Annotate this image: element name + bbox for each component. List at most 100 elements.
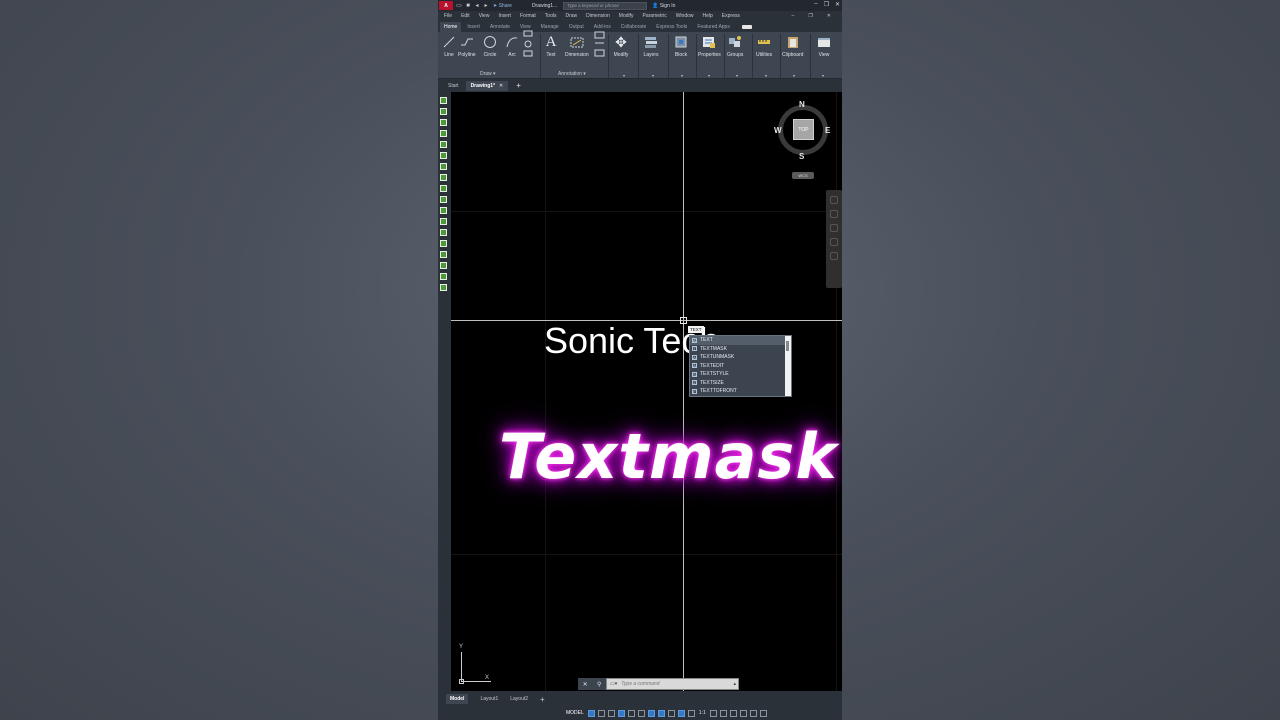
model-tab[interactable]: Model <box>446 694 469 704</box>
menu-insert[interactable]: Insert <box>498 13 511 19</box>
search-input[interactable]: Type a keyword or phrase <box>563 1 648 10</box>
customize-icon[interactable]: ⚲ <box>597 681 601 688</box>
isodraft-toggle-icon[interactable] <box>637 709 645 717</box>
menu-draw[interactable]: Draw <box>565 13 577 19</box>
autocomplete-item[interactable]: T TEXTMASK <box>690 345 791 354</box>
menu-express[interactable]: Express <box>722 13 740 19</box>
annotation-panel-label[interactable]: Annotation ▾ <box>558 71 586 77</box>
tab-express-tools[interactable]: Express Tools <box>652 22 691 32</box>
autocomplete-item[interactable]: A TEXT <box>690 336 791 345</box>
steering-wheel-icon[interactable] <box>830 196 838 204</box>
autocomplete-item[interactable]: A TEXTUNMASK <box>690 353 791 362</box>
menu-parametric[interactable]: Parametric <box>643 13 667 19</box>
draw-panel-label[interactable]: Draw ▾ <box>480 71 496 77</box>
annotation-scale[interactable]: 1:1 <box>699 710 706 716</box>
command-input[interactable]: ▭▾ Type a command ▴ <box>606 678 739 690</box>
units-icon[interactable] <box>729 709 737 717</box>
layout1-tab[interactable]: Layout1 <box>480 696 498 702</box>
left-toolbar-tool-icon[interactable] <box>440 130 447 137</box>
annotation-monitor-icon[interactable] <box>719 709 727 717</box>
close-icon[interactable]: ✕ <box>835 1 840 8</box>
minimize-icon[interactable]: – <box>814 1 817 8</box>
compass-south[interactable]: S <box>799 152 804 161</box>
isolate-icon[interactable] <box>739 709 747 717</box>
left-toolbar-tool-icon[interactable] <box>440 185 447 192</box>
ortho-toggle-icon[interactable] <box>617 709 625 717</box>
save-icon[interactable]: ■ <box>465 3 471 9</box>
grid-toggle-icon[interactable] <box>587 709 595 717</box>
viewcube-top-face[interactable]: TOP <box>793 119 814 140</box>
undo-icon[interactable]: ◂ <box>474 3 480 9</box>
utilities-dropdown-icon[interactable]: ▾ <box>765 73 767 78</box>
polar-toggle-icon[interactable] <box>627 709 635 717</box>
menu-view[interactable]: View <box>479 13 490 19</box>
ribbon-toggle[interactable] <box>741 25 752 29</box>
compass-west[interactable]: W <box>774 126 782 135</box>
new-tab-icon[interactable]: + <box>516 81 521 90</box>
otrack-toggle-icon[interactable] <box>657 709 665 717</box>
pan-icon[interactable] <box>830 210 838 218</box>
menu-file[interactable]: File <box>444 13 452 19</box>
view-tool[interactable]: View <box>816 34 832 58</box>
clipboard-dropdown-icon[interactable]: ▾ <box>793 73 795 78</box>
menu-modify[interactable]: Modify <box>619 13 634 19</box>
customization-menu-icon[interactable] <box>759 709 767 717</box>
autocomplete-item[interactable]: Z TEXTSIZE <box>690 379 791 388</box>
dimension-tool[interactable]: Dimension <box>565 34 589 58</box>
layers-dropdown-icon[interactable]: ▾ <box>652 73 654 78</box>
block-tool[interactable]: Block <box>673 34 689 58</box>
left-toolbar-tool-icon[interactable] <box>440 218 447 225</box>
command-history-icon[interactable]: ▴ <box>733 681 736 687</box>
view-dropdown-icon[interactable]: ▾ <box>822 73 824 78</box>
left-toolbar-tool-icon[interactable] <box>440 97 447 104</box>
left-toolbar-tool-icon[interactable] <box>440 163 447 170</box>
groups-tool[interactable]: Groups <box>727 34 743 58</box>
add-layout-icon[interactable]: + <box>540 695 545 704</box>
menu-dimension[interactable]: Dimension <box>586 13 610 19</box>
left-toolbar-tool-icon[interactable] <box>440 251 447 258</box>
left-toolbar-tool-icon[interactable] <box>440 284 447 291</box>
properties-tool[interactable]: Properties <box>698 34 721 58</box>
tab-featured-apps[interactable]: Featured Apps <box>693 22 734 32</box>
open-icon[interactable]: ▭ <box>456 3 462 9</box>
restore-icon[interactable]: ❐ <box>824 1 829 8</box>
line-tool[interactable]: Line <box>441 34 457 58</box>
osnap-toggle-icon[interactable] <box>647 709 655 717</box>
tab-output[interactable]: Output <box>565 22 588 32</box>
drawing1-tab[interactable]: Drawing1* ✕ <box>465 80 509 91</box>
doc-close-icon[interactable]: ✕ <box>827 13 831 19</box>
infer-toggle-icon[interactable] <box>607 709 615 717</box>
autocomplete-item[interactable]: S TEXTSTYLE <box>690 370 791 379</box>
modify-dropdown-icon[interactable]: ▾ <box>623 73 625 78</box>
compass-north[interactable]: N <box>799 100 805 109</box>
autoscale-icon[interactable] <box>687 709 695 717</box>
properties-dropdown-icon[interactable]: ▾ <box>708 73 710 78</box>
circle-tool[interactable]: Circle <box>482 34 498 58</box>
doc-restore-icon[interactable]: ❐ <box>808 13 812 19</box>
utilities-tool[interactable]: Utilities <box>756 34 772 58</box>
groups-dropdown-icon[interactable]: ▾ <box>736 73 738 78</box>
annotation-visibility-icon[interactable] <box>677 709 685 717</box>
left-toolbar-tool-icon[interactable] <box>440 141 447 148</box>
redo-icon[interactable]: ▸ <box>483 3 489 9</box>
share-button[interactable]: ➤ Share <box>493 3 512 9</box>
wcs-menu[interactable]: WCS <box>792 172 814 179</box>
model-space-button[interactable]: MODEL <box>566 710 584 716</box>
block-dropdown-icon[interactable]: ▾ <box>681 73 683 78</box>
left-toolbar-tool-icon[interactable] <box>440 174 447 181</box>
left-toolbar-tool-icon[interactable] <box>440 196 447 203</box>
workspace-gear-icon[interactable] <box>709 709 717 717</box>
sign-in-button[interactable]: 👤 Sign In <box>652 3 675 9</box>
menu-format[interactable]: Format <box>520 13 536 19</box>
left-toolbar-tool-icon[interactable] <box>440 108 447 115</box>
left-toolbar-tool-icon[interactable] <box>440 207 447 214</box>
tab-annotate[interactable]: Annotate <box>486 22 514 32</box>
autocomplete-item[interactable]: F TEXTTOFRONT <box>690 387 791 396</box>
start-tab[interactable]: Start <box>448 83 459 89</box>
arc-tool[interactable]: Arc <box>504 34 520 58</box>
autocomplete-scrollbar[interactable] <box>785 336 791 396</box>
autocomplete-item[interactable]: A TEXTEDIT <box>690 362 791 371</box>
menu-help[interactable]: Help <box>703 13 713 19</box>
left-toolbar-tool-icon[interactable] <box>440 229 447 236</box>
left-toolbar-tool-icon[interactable] <box>440 240 447 247</box>
